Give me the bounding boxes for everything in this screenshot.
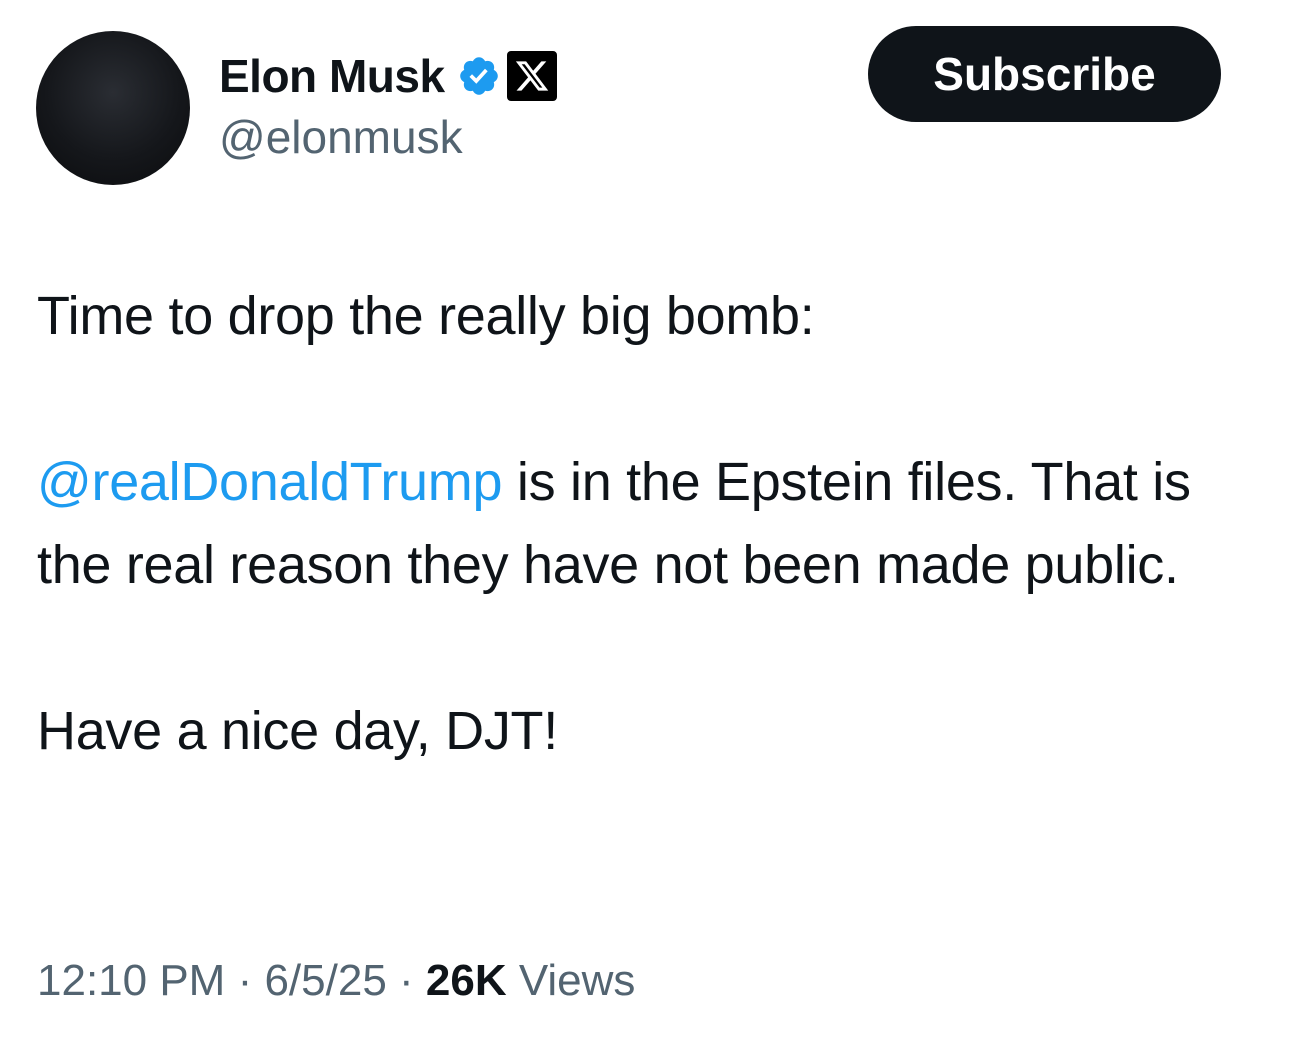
author-display-name[interactable]: Elon Musk xyxy=(219,53,445,99)
tweet-text: Time to drop the really big bomb: @realD… xyxy=(37,275,1257,773)
subscribe-button[interactable]: Subscribe xyxy=(868,26,1221,122)
author-name-row: Elon Musk xyxy=(219,46,557,106)
tweet-paragraph-3: Have a nice day, DJT! xyxy=(37,701,558,761)
tweet-time[interactable]: 12:10 PM xyxy=(37,956,225,1005)
verified-badge-icon[interactable] xyxy=(457,54,501,98)
avatar[interactable] xyxy=(36,31,190,185)
meta-separator: · xyxy=(225,956,265,1005)
tweet-paragraph-2: @realDonaldTrump is in the Epstein files… xyxy=(37,441,1257,607)
tweet-meta: 12:10 PM · 6/5/25 · 26K Views xyxy=(37,955,635,1008)
views-label: Views xyxy=(506,956,636,1005)
author-handle[interactable]: @elonmusk xyxy=(219,112,463,163)
views-count: 26K xyxy=(425,956,507,1005)
x-logo-icon[interactable] xyxy=(506,51,557,101)
meta-separator: · xyxy=(386,956,426,1005)
mention-link[interactable]: @realDonaldTrump xyxy=(37,452,503,512)
tweet-date[interactable]: 6/5/25 xyxy=(264,956,386,1005)
tweet-paragraph-1: Time to drop the really big bomb: xyxy=(37,286,815,346)
